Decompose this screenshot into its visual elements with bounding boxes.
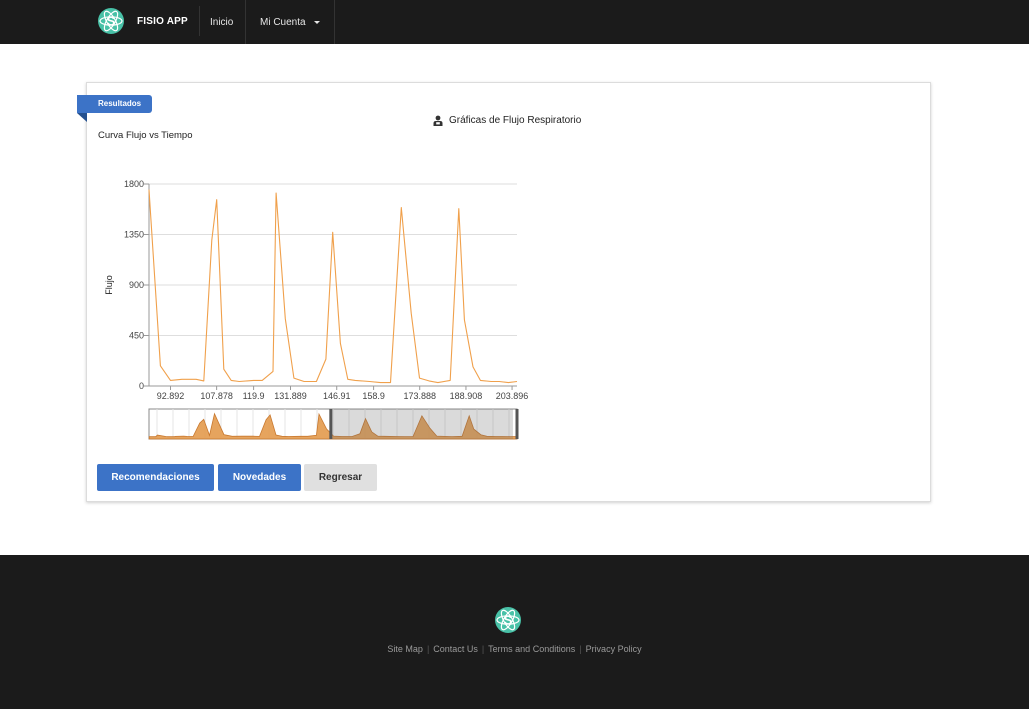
footer-link-site-map[interactable]: Site Map bbox=[387, 644, 423, 654]
card-header-title-text: Gráficas de Flujo Respiratorio bbox=[449, 115, 582, 126]
novedades-button[interactable]: Novedades bbox=[218, 464, 301, 491]
app-logo-icon: S bbox=[98, 8, 124, 34]
top-navbar: S FISIO APP Inicio Mi Cuenta bbox=[0, 0, 1029, 44]
nav-dropdown-mi-cuenta-label: Mi Cuenta bbox=[260, 16, 306, 28]
x-tick-label: 203.896 bbox=[496, 391, 529, 401]
x-tick-label: 92.892 bbox=[157, 391, 185, 401]
nav-link-inicio-label: Inicio bbox=[210, 16, 234, 28]
footer-link-contact-us[interactable]: Contact Us bbox=[433, 644, 478, 654]
nav-link-inicio[interactable]: Inicio bbox=[199, 0, 247, 44]
x-tick-label: 188.908 bbox=[450, 391, 483, 401]
footer-separator: | bbox=[426, 644, 430, 654]
svg-text:S: S bbox=[504, 613, 513, 628]
footer-separator: | bbox=[579, 644, 582, 654]
navigator-handle-left bbox=[329, 409, 333, 439]
flow-series-line bbox=[148, 189, 518, 384]
x-tick-label: 158.9 bbox=[362, 391, 385, 401]
brand-name: FISIO APP bbox=[137, 15, 188, 27]
footer-separator: | bbox=[481, 644, 485, 654]
footer-link-terms[interactable]: Terms and Conditions bbox=[488, 644, 575, 654]
x-tick-label: 107.878 bbox=[200, 391, 233, 401]
regresar-button[interactable]: Regresar bbox=[304, 464, 377, 491]
footer-logo-icon: S bbox=[495, 607, 521, 633]
results-card: Resultados Gráficas de Flujo Respiratori… bbox=[77, 82, 931, 502]
recomendaciones-button[interactable]: Recomendaciones bbox=[97, 464, 214, 491]
footer-links: Site Map | Contact Us | Terms and Conditions… bbox=[0, 644, 1029, 654]
y-tick-label: 0 bbox=[139, 381, 144, 391]
results-ribbon: Resultados bbox=[77, 95, 153, 113]
y-tick-label: 1350 bbox=[124, 230, 144, 240]
x-tick-label: 131.889 bbox=[274, 391, 307, 401]
x-tick-label: 119.9 bbox=[243, 391, 265, 401]
brand-link[interactable]: S FISIO APP bbox=[97, 6, 200, 36]
x-tick-label: 173.888 bbox=[403, 391, 436, 401]
chevron-down-icon bbox=[313, 20, 320, 24]
y-tick-label: 1800 bbox=[124, 179, 144, 189]
x-tick-label: 146.91 bbox=[323, 391, 351, 401]
y-axis-label: Flujo bbox=[104, 275, 114, 295]
ribbon-fold bbox=[77, 113, 87, 122]
y-tick-label: 450 bbox=[129, 331, 144, 341]
chart-title: Curva Flujo vs Tiempo bbox=[98, 130, 193, 141]
flow-time-chart: 0 450 900 1350 1800 92.892 107.878 119.9 131.889… bbox=[104, 179, 529, 440]
y-tick-label: 900 bbox=[129, 280, 144, 290]
navigator-handle-right bbox=[515, 409, 519, 439]
card-header-title: Gráficas de Flujo Respiratorio bbox=[433, 115, 581, 126]
page-footer: S Site Map | Contact Us | Terms and Conditio… bbox=[0, 555, 1029, 709]
navigator-selected-range bbox=[330, 409, 513, 439]
svg-text:S: S bbox=[107, 14, 116, 29]
user-icon bbox=[433, 115, 443, 126]
footer-link-privacy[interactable]: Privacy Policy bbox=[586, 644, 642, 654]
nav-dropdown-mi-cuenta[interactable]: Mi Cuenta bbox=[249, 0, 335, 44]
